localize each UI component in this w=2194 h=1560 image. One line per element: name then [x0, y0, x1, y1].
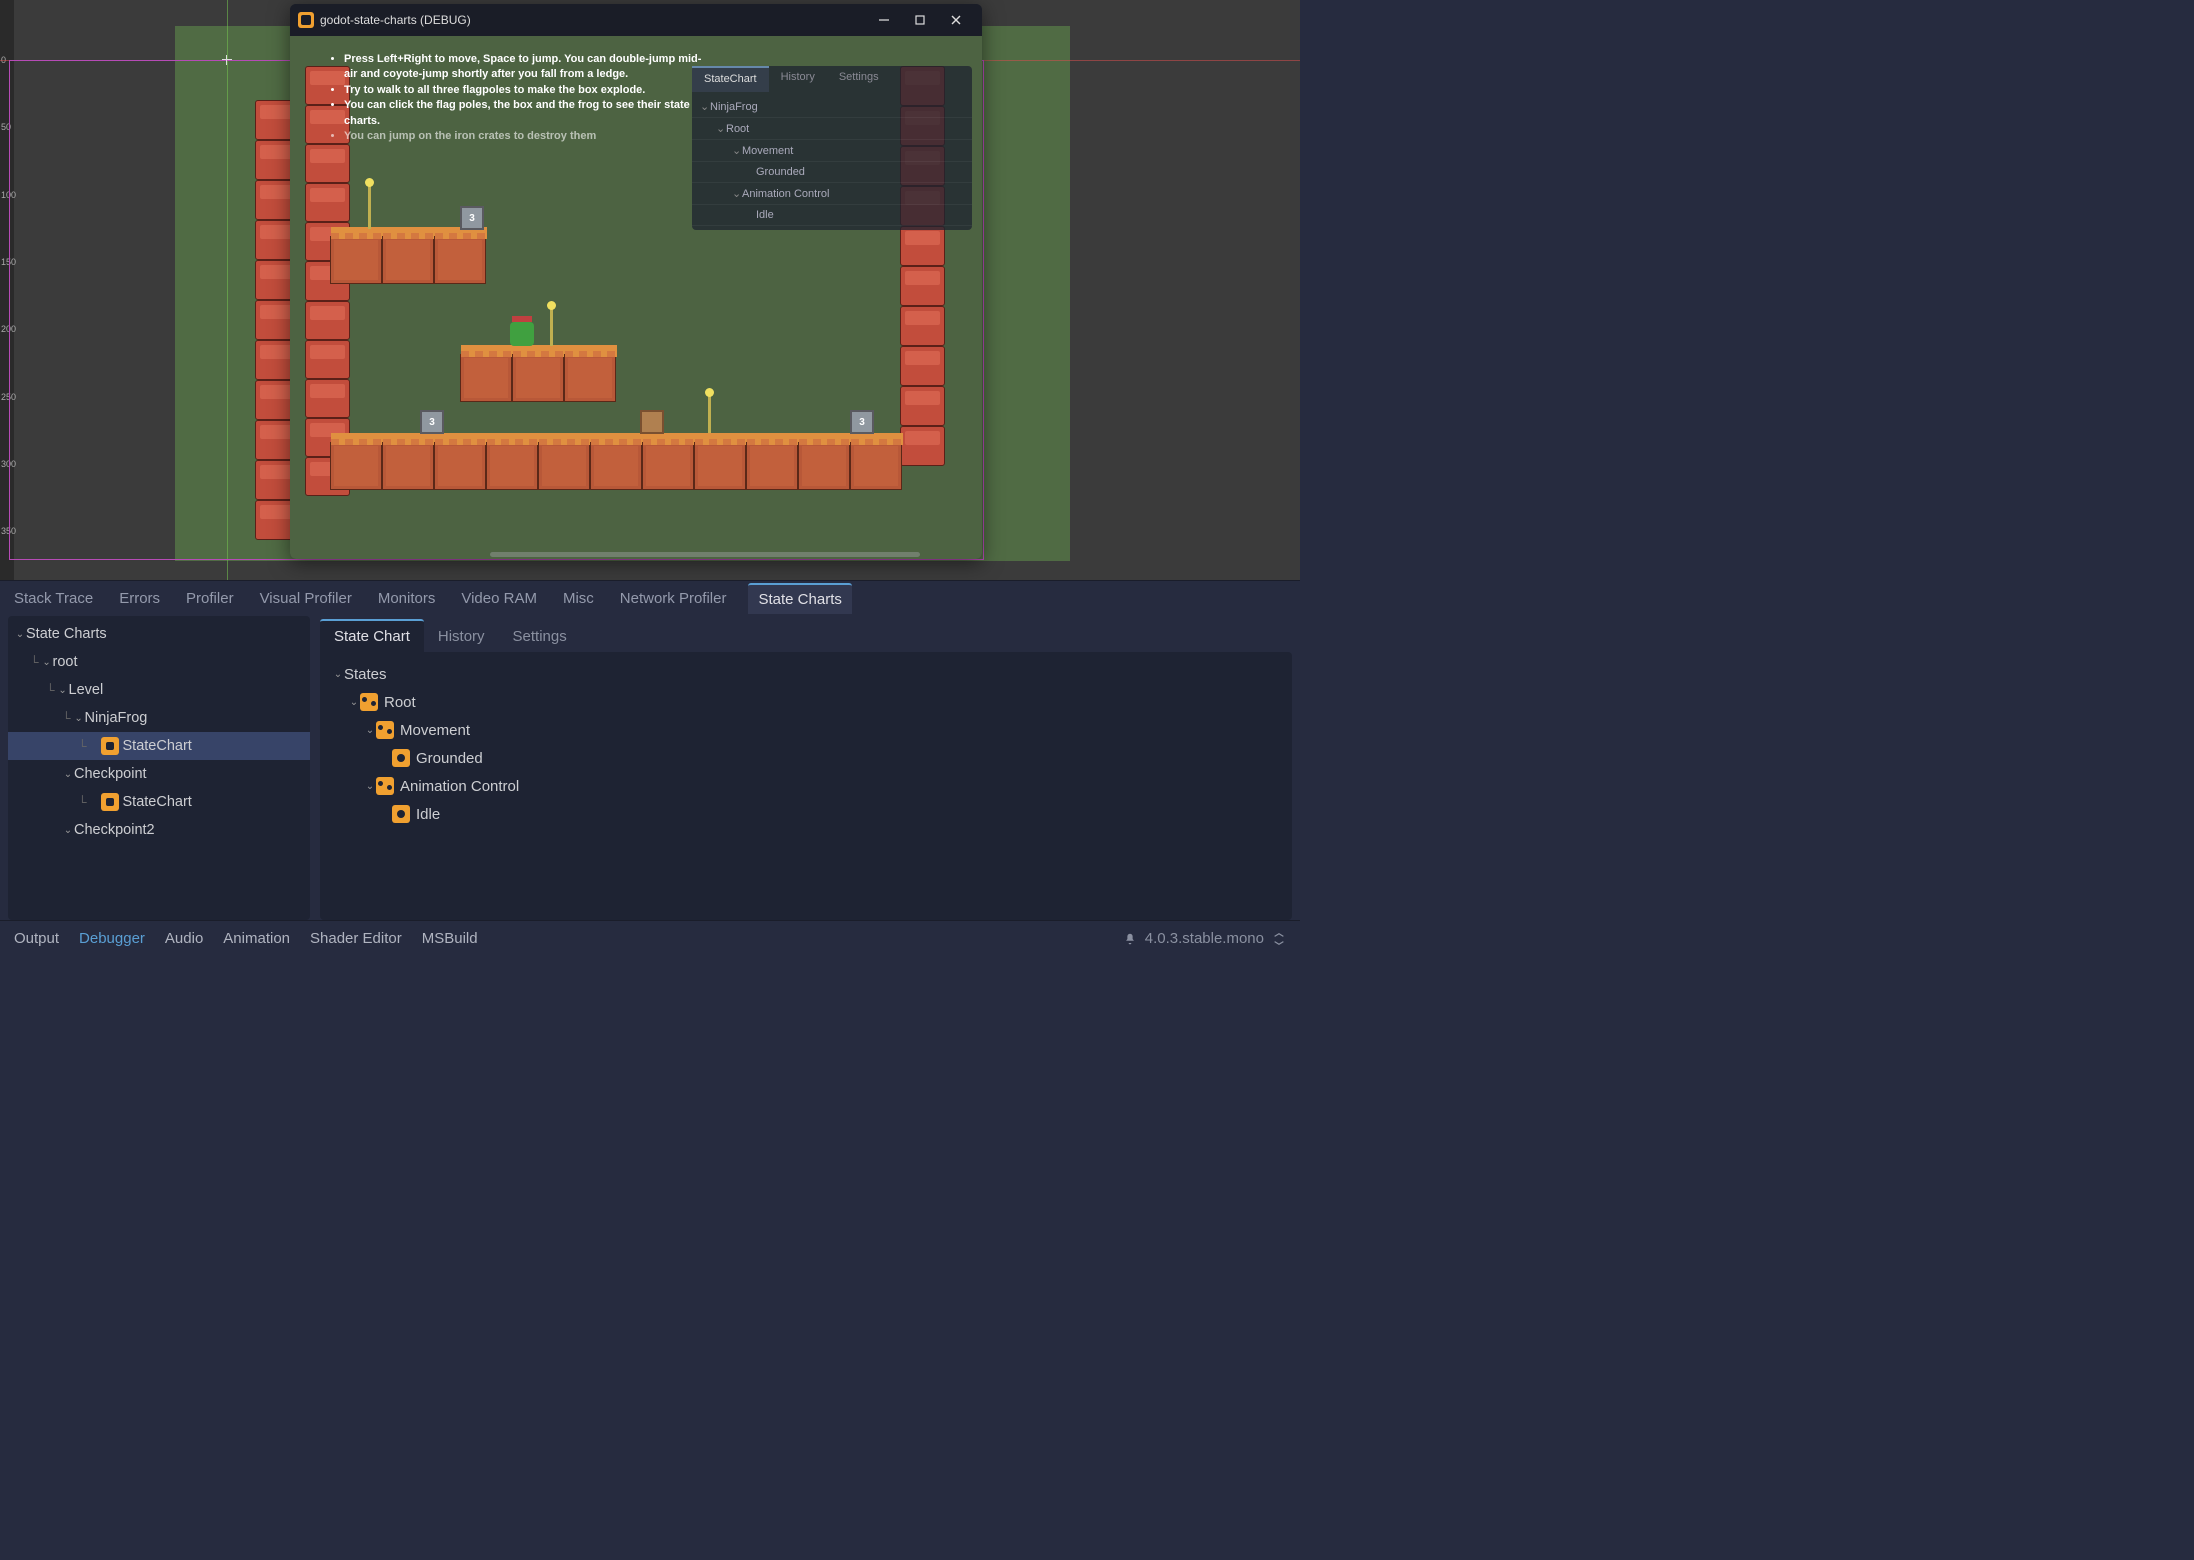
statechart-icon	[101, 737, 119, 755]
debug-tree: ⌄NinjaFrog ⌄Root ⌄Movement Grounded ⌄Ani…	[692, 92, 972, 230]
bottom-bar: Output Debugger Audio Animation Shader E…	[0, 920, 1300, 956]
platform-upper	[330, 236, 486, 284]
maximize-button[interactable]	[902, 6, 938, 34]
ruler-label: 150	[1, 257, 16, 267]
close-button[interactable]	[938, 6, 974, 34]
debug-tab-history[interactable]: History	[769, 66, 827, 92]
wooden-crate[interactable]	[640, 410, 664, 434]
state-chart-tabs: State Chart History Settings	[320, 616, 1292, 652]
viewport: 0 50 100 150 200 250 300 350 godot-state…	[0, 0, 1300, 580]
debug-tree-item[interactable]: Idle	[692, 205, 972, 226]
iron-crate[interactable]: 3	[420, 410, 444, 434]
tree-row[interactable]: ⌄Checkpoint	[8, 760, 310, 788]
iron-crate[interactable]: 3	[460, 206, 484, 230]
compound-state-icon	[360, 693, 378, 711]
horizontal-scrollbar[interactable]	[490, 552, 920, 557]
debug-panel-tabs: StateChart History Settings	[692, 66, 972, 92]
tab-errors[interactable]: Errors	[115, 584, 164, 613]
debugger-body: ⌄State Charts└⌄root└⌄Level└⌄NinjaFrog└St…	[0, 616, 1300, 920]
expand-icon[interactable]	[1272, 932, 1286, 946]
version-label: 4.0.3.stable.mono	[1123, 930, 1286, 947]
ruler-label: 100	[1, 190, 16, 200]
instruction-line: Press Left+Right to move, Space to jump.…	[344, 52, 704, 83]
tree-row[interactable]: └⌄root	[8, 648, 310, 676]
window-title: godot-state-charts (DEBUG)	[320, 13, 866, 27]
iron-crate[interactable]: 3	[850, 410, 874, 434]
bell-icon	[1123, 932, 1137, 946]
debug-tree-item[interactable]: ⌄Root	[692, 118, 972, 140]
bottom-tab-msbuild[interactable]: MSBuild	[422, 930, 478, 947]
ruler-label: 200	[1, 324, 16, 334]
tree-row[interactable]: └⌄Level	[8, 676, 310, 704]
state-row[interactable]: Grounded	[328, 744, 1284, 772]
inner-tab-state-chart[interactable]: State Chart	[320, 619, 424, 652]
flagpole[interactable]	[368, 181, 371, 229]
in-game-debug-panel[interactable]: StateChart History Settings ⌄NinjaFrog ⌄…	[692, 66, 972, 230]
game-debug-window[interactable]: godot-state-charts (DEBUG) Press Left+Ri…	[290, 4, 982, 559]
tree-row[interactable]: ⌄State Charts	[8, 620, 310, 648]
states-tree[interactable]: ⌄States⌄Root⌄MovementGrounded⌄Animation …	[320, 652, 1292, 920]
debug-tree-item[interactable]: ⌄Animation Control	[692, 183, 972, 205]
platform-ground	[330, 442, 902, 490]
godot-icon	[298, 12, 314, 28]
bottom-tab-audio[interactable]: Audio	[165, 930, 203, 947]
instruction-line: You can click the flag poles, the box an…	[344, 98, 704, 129]
state-chart-panel: State Chart History Settings ⌄States⌄Roo…	[320, 616, 1292, 920]
ruler-label: 300	[1, 459, 16, 469]
tab-profiler[interactable]: Profiler	[182, 584, 238, 613]
tab-stack-trace[interactable]: Stack Trace	[10, 584, 97, 613]
debugger-tabs: Stack Trace Errors Profiler Visual Profi…	[0, 580, 1300, 616]
bottom-tab-debugger[interactable]: Debugger	[79, 930, 145, 947]
game-titlebar[interactable]: godot-state-charts (DEBUG)	[290, 4, 982, 36]
ruler-label: 250	[1, 392, 16, 402]
tab-state-charts[interactable]: State Charts	[748, 583, 851, 614]
platform-mid	[460, 354, 616, 402]
statechart-icon	[101, 793, 119, 811]
inner-tab-settings[interactable]: Settings	[499, 621, 581, 652]
tab-misc[interactable]: Misc	[559, 584, 598, 613]
tab-visual-profiler[interactable]: Visual Profiler	[256, 584, 356, 613]
flagpole[interactable]	[550, 304, 553, 346]
origin-cross-icon	[222, 55, 232, 65]
atomic-state-icon	[392, 805, 410, 823]
debug-tree-item[interactable]: ⌄NinjaFrog	[692, 96, 972, 118]
debug-tree-item[interactable]: ⌄Movement	[692, 140, 972, 162]
origin-vertical-line	[227, 0, 228, 580]
ruler-label: 50	[1, 122, 11, 132]
instruction-line: Try to walk to all three flagpoles to ma…	[344, 83, 704, 98]
state-row[interactable]: Idle	[328, 800, 1284, 828]
inner-tab-history[interactable]: History	[424, 621, 499, 652]
ruler-label: 350	[1, 526, 16, 536]
tree-row[interactable]: └StateChart	[8, 788, 310, 816]
state-row[interactable]: ⌄Animation Control	[328, 772, 1284, 800]
tree-row[interactable]: ⌄Checkpoint2	[8, 816, 310, 844]
state-row[interactable]: ⌄Movement	[328, 716, 1284, 744]
compound-state-icon	[376, 777, 394, 795]
tree-row[interactable]: └StateChart	[8, 732, 310, 760]
debugger-panel: Stack Trace Errors Profiler Visual Profi…	[0, 580, 1300, 920]
state-row[interactable]: ⌄Root	[328, 688, 1284, 716]
debug-tab-settings[interactable]: Settings	[827, 66, 891, 92]
flagpole[interactable]	[708, 391, 711, 433]
bottom-tab-shader-editor[interactable]: Shader Editor	[310, 930, 402, 947]
minimize-button[interactable]	[866, 6, 902, 34]
game-instructions: Press Left+Right to move, Space to jump.…	[334, 52, 704, 144]
tab-network-profiler[interactable]: Network Profiler	[616, 584, 731, 613]
ninja-frog-player[interactable]	[510, 322, 534, 346]
tree-row[interactable]: └⌄NinjaFrog	[8, 704, 310, 732]
bottom-tab-output[interactable]: Output	[14, 930, 59, 947]
game-content[interactable]: Press Left+Right to move, Space to jump.…	[290, 36, 982, 559]
instruction-line: You can jump on the iron crates to destr…	[344, 129, 704, 144]
debug-tab-statechart[interactable]: StateChart	[692, 66, 769, 92]
compound-state-icon	[376, 721, 394, 739]
state-row[interactable]: ⌄States	[328, 660, 1284, 688]
bottom-tab-animation[interactable]: Animation	[223, 930, 290, 947]
debug-tree-item[interactable]: Grounded	[692, 162, 972, 183]
scene-tree-panel[interactable]: ⌄State Charts└⌄root└⌄Level└⌄NinjaFrog└St…	[8, 616, 310, 920]
vertical-ruler: 0 50 100 150 200 250 300 350	[0, 0, 14, 580]
tab-video-ram[interactable]: Video RAM	[457, 584, 541, 613]
atomic-state-icon	[392, 749, 410, 767]
tab-monitors[interactable]: Monitors	[374, 584, 440, 613]
